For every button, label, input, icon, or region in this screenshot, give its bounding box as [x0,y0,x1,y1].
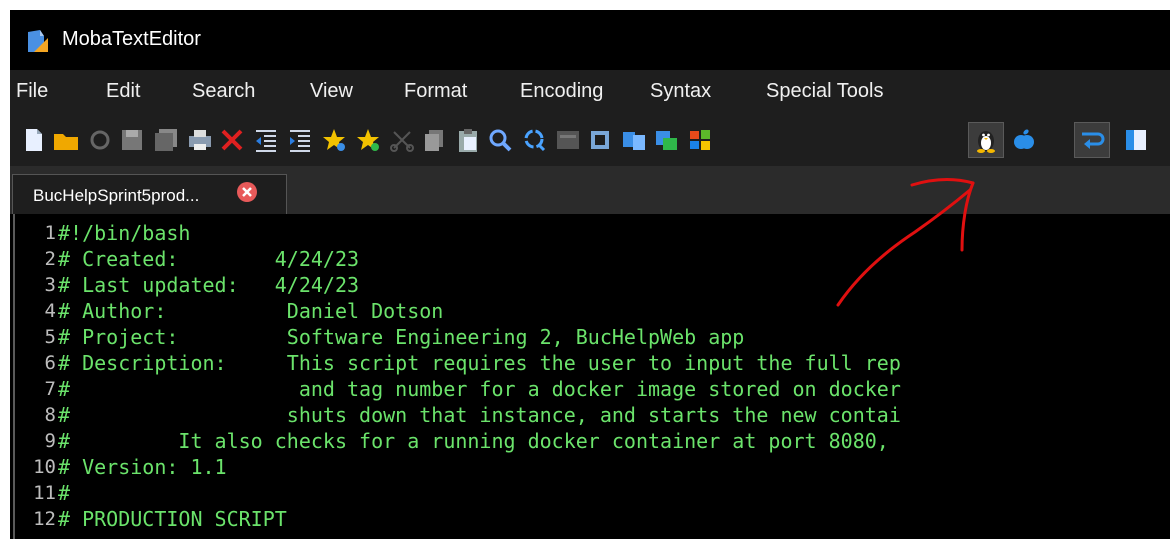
code-text[interactable]: # Version: 1.1 [58,454,227,480]
code-text[interactable]: # It also checks for a running docker co… [58,428,889,454]
tab-strip: BucHelpSprint5prod... [10,166,1170,216]
code-text[interactable]: # Last updated: 4/24/23 [58,272,359,298]
line-number: 8 [44,404,56,426]
split-view-icon[interactable] [1122,126,1150,154]
menu-encoding[interactable]: Encoding [520,80,603,103]
code-line[interactable]: 3 # Last updated: 4/24/23 [10,272,1170,298]
code-line[interactable]: 1 #!/bin/bash [10,220,1170,246]
menu-view[interactable]: View [310,80,353,103]
search-icon[interactable] [486,126,514,154]
menu-bar: File Edit Search View Format Encoding Sy… [10,70,1170,114]
code-line[interactable]: 6 # Description: This script requires the… [10,350,1170,376]
code-line[interactable]: 12 # PRODUCTION SCRIPT [10,506,1170,532]
code-text[interactable]: # Project: Software Engineering 2, BucHe… [58,324,744,350]
code-line[interactable]: 7 # and tag number for a docker image sto… [10,376,1170,402]
code-text[interactable]: # Description: This script requires the … [58,350,901,376]
replace-icon[interactable] [520,126,548,154]
word-wrap-icon[interactable] [1078,126,1106,154]
line-number: 3 [44,274,56,296]
unindent-icon[interactable] [252,126,280,154]
code-text[interactable]: # Author: Daniel Dotson [58,298,443,324]
code-text[interactable]: # Created: 4/24/23 [58,246,359,272]
menu-file[interactable]: File [16,80,48,103]
line-number: 5 [44,326,56,348]
line-number: 6 [44,352,56,374]
code-text[interactable]: # [58,480,70,506]
paste-icon[interactable] [454,126,482,154]
tab-close-icon[interactable] [236,181,258,203]
menu-search[interactable]: Search [192,80,255,103]
window-title: MobaTextEditor [62,28,201,50]
copy-icon[interactable] [420,126,448,154]
reload-icon[interactable] [86,126,114,154]
line-number: 1 [44,222,56,244]
line-number: 2 [44,248,56,270]
tab-label: BucHelpSprint5prod... [33,186,200,205]
new-file-icon[interactable] [20,126,48,154]
move-icon[interactable] [652,126,680,154]
line-number: 12 [33,508,56,530]
windows-eol-icon[interactable] [686,126,714,154]
save-icon[interactable] [118,126,146,154]
line-number: 4 [44,300,56,322]
code-line[interactable]: 9 # It also checks for a running docker c… [10,428,1170,454]
line-number: 7 [44,378,56,400]
save-all-icon[interactable] [152,126,180,154]
line-number: 11 [33,482,56,504]
cut-icon[interactable] [388,126,416,154]
code-text[interactable]: # and tag number for a docker image stor… [58,376,901,402]
mobatexteditor-window: MobaTextEditor File Edit Search View For… [10,10,1170,539]
bookmark-star-icon[interactable] [320,126,348,154]
linux-eol-icon[interactable] [972,126,1000,154]
code-line[interactable]: 4 # Author: Daniel Dotson [10,298,1170,324]
code-line[interactable]: 8 # shuts down that instance, and starts … [10,402,1170,428]
title-bar: MobaTextEditor [10,10,1170,70]
code-line[interactable]: 2 # Created: 4/24/23 [10,246,1170,272]
close-file-icon[interactable] [218,126,246,154]
code-editor[interactable]: 1 #!/bin/bash 2 # Created: 4/24/23 3 # Last u… [10,214,1170,539]
menu-format[interactable]: Format [404,80,467,103]
code-line[interactable]: 5 # Project: Software Engineering 2, BucH… [10,324,1170,350]
next-bookmark-star-icon[interactable] [354,126,382,154]
toolbar [10,114,1170,166]
compare-icon[interactable] [586,126,614,154]
menu-edit[interactable]: Edit [106,80,140,103]
menu-special-tools[interactable]: Special Tools [766,80,883,103]
line-number: 9 [44,430,56,452]
print-icon[interactable] [186,126,214,154]
code-text[interactable]: #!/bin/bash [58,220,190,246]
app-logo-icon [28,30,48,52]
indent-icon[interactable] [286,126,314,154]
menu-syntax[interactable]: Syntax [650,80,711,103]
merge-icon[interactable] [620,126,648,154]
code-text[interactable]: # shuts down that instance, and starts t… [58,402,901,428]
line-number: 10 [33,456,56,478]
code-line[interactable]: 11 # [10,480,1170,506]
code-text[interactable]: # PRODUCTION SCRIPT [58,506,287,532]
code-line[interactable]: 10 # Version: 1.1 [10,454,1170,480]
tab-file[interactable]: BucHelpSprint5prod... [12,174,287,216]
open-folder-icon[interactable] [52,126,80,154]
macro-icon[interactable] [554,126,582,154]
mac-eol-icon[interactable] [1010,126,1038,154]
